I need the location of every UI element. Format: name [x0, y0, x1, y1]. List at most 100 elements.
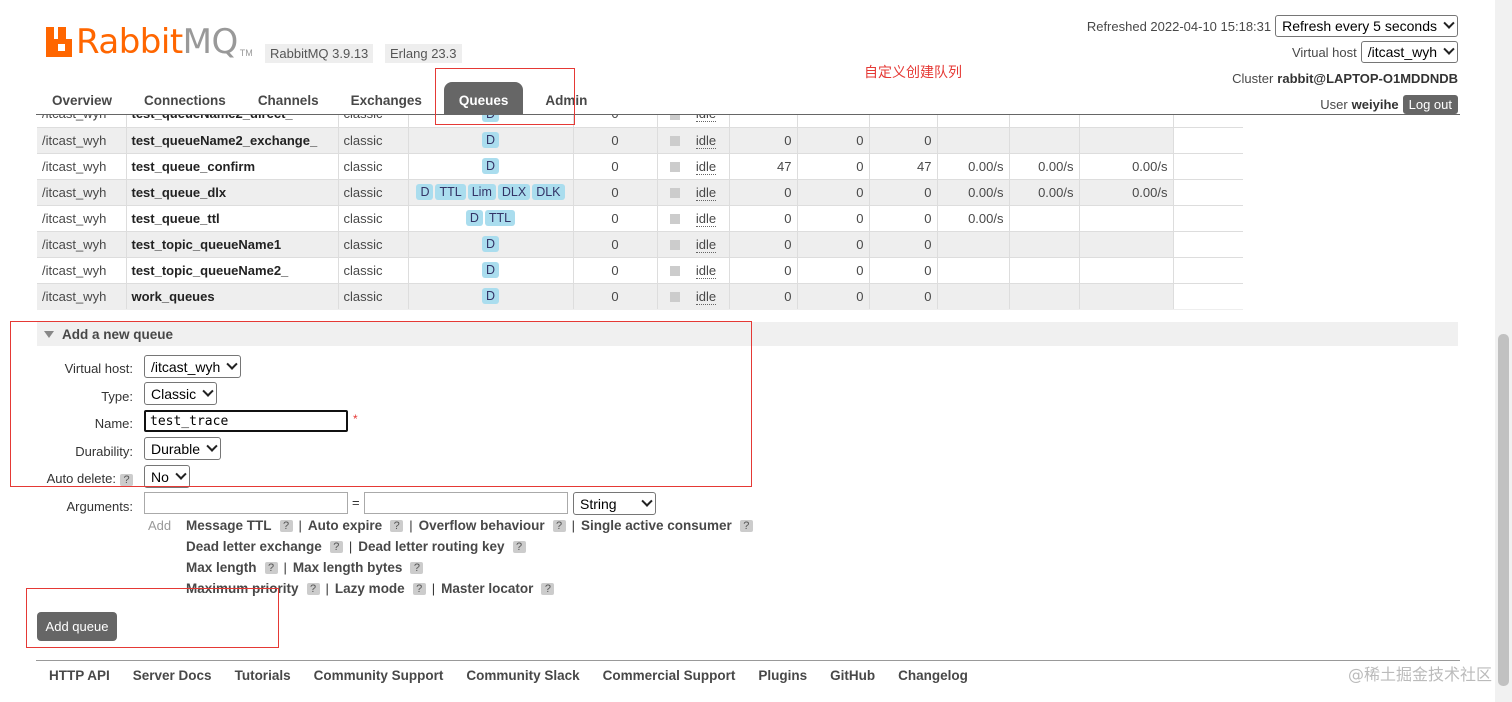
queue-name-link[interactable]: test_queue_confirm [126, 153, 339, 179]
page-scrollbar[interactable] [1495, 0, 1512, 702]
table-row[interactable]: /itcast_wyh test_queue_confirm classic D 0 id… [37, 153, 1243, 179]
queue-name-link[interactable]: test_topic_queueName2_ [126, 257, 339, 283]
scrollbar-thumb[interactable] [1498, 334, 1509, 686]
tab-connections[interactable]: Connections [128, 82, 242, 114]
rate-ack [1079, 205, 1174, 231]
footer-link-community-support[interactable]: Community Support [314, 668, 444, 683]
tab-exchanges[interactable]: Exchanges [335, 82, 438, 114]
argument-shortcut-link[interactable]: Single active consumer [581, 518, 732, 533]
queue-features: D [408, 283, 574, 309]
queue-vhost: /itcast_wyh [37, 153, 127, 179]
queue-vhost: /itcast_wyh [37, 283, 127, 309]
queue-state: idle [657, 153, 730, 179]
help-icon[interactable]: ? [412, 582, 426, 595]
messages-unacked: 0 [797, 153, 870, 179]
feature-badge: D [416, 184, 434, 200]
state-label: idle [695, 158, 717, 175]
state-indicator [669, 240, 680, 251]
argument-shortcut-link[interactable]: Message TTL [186, 518, 272, 533]
refresh-interval-value: Refresh every 5 seconds [1282, 18, 1437, 34]
argument-shortcut-link[interactable]: Dead letter routing key [358, 539, 504, 554]
messages-total: 0 [869, 205, 938, 231]
queue-vhost: /itcast_wyh [37, 231, 127, 257]
argument-shortcut-link[interactable]: Dead letter exchange [186, 539, 322, 554]
feature-badge: D [481, 132, 500, 148]
help-icon[interactable]: ? [306, 582, 320, 595]
footer-link-github[interactable]: GitHub [830, 668, 875, 683]
footer-link-server-docs[interactable]: Server Docs [133, 668, 212, 683]
help-icon[interactable]: ? [279, 519, 293, 532]
messages-unacked: 0 [797, 231, 870, 257]
queue-features: D [408, 153, 574, 179]
argument-shortcut-row: Message TTL? | Auto expire? | Overflow behav… [186, 518, 753, 533]
queue-type: classic [338, 257, 409, 283]
table-row[interactable]: /itcast_wyh test_queueName2_exchange_ clas… [37, 127, 1243, 153]
queue-consumers: 0 [573, 127, 658, 153]
tab-channels[interactable]: Channels [242, 82, 335, 114]
logout-button[interactable]: Log out [1402, 94, 1458, 114]
help-icon[interactable]: ? [512, 540, 526, 553]
messages-ready: 0 [729, 205, 798, 231]
logo-text-mq: MQ [182, 22, 239, 62]
help-icon[interactable]: ? [541, 582, 555, 595]
state-indicator [669, 292, 680, 303]
queue-name-link[interactable]: test_queue_dlx [126, 179, 339, 205]
queue-name-link[interactable]: test_queueName2_exchange_ [126, 127, 339, 153]
table-row[interactable]: /itcast_wyh test_queue_dlx classic D TTL Lim D… [37, 179, 1243, 205]
argument-shortcut-link[interactable]: Auto expire [308, 518, 382, 533]
footer-link-commercial-support[interactable]: Commercial Support [603, 668, 736, 683]
table-row[interactable]: /itcast_wyh test_topic_queueName1 classic D… [37, 231, 1243, 257]
table-row[interactable]: /itcast_wyh work_queues classic D 0 idle 0 0 0 [37, 283, 1243, 309]
footer-link-tutorials[interactable]: Tutorials [235, 668, 291, 683]
queue-name-link[interactable]: test_queue_ttl [126, 205, 339, 231]
rabbitmq-version-badge: RabbitMQ 3.9.13 [265, 44, 374, 63]
rabbitmq-logo: Rabbit MQ TM [46, 22, 253, 62]
messages-total: 0 [869, 257, 938, 283]
help-icon[interactable]: ? [264, 561, 278, 574]
footer-link-plugins[interactable]: Plugins [758, 668, 807, 683]
refresh-interval-select[interactable]: Refresh every 5 seconds [1275, 15, 1458, 37]
rabbitmq-logo-icon [46, 27, 72, 57]
annotation-text: 自定义创建队列 [864, 65, 962, 81]
help-icon[interactable]: ? [329, 540, 343, 553]
queue-name-link[interactable]: work_queues [126, 283, 339, 309]
messages-ready: 0 [729, 231, 798, 257]
help-icon[interactable]: ? [410, 561, 424, 574]
queue-consumers: 0 [573, 257, 658, 283]
queue-state: idle [657, 231, 730, 257]
rate-ack [1079, 127, 1174, 153]
messages-unacked: 0 [797, 283, 870, 309]
arguments-field-label: Arguments: [66, 499, 133, 514]
virtual-host-select[interactable]: /itcast_wyh [1360, 41, 1458, 63]
rate-ack [1079, 283, 1174, 309]
chevron-down-icon [640, 495, 653, 507]
footer-link-changelog[interactable]: Changelog [898, 668, 968, 683]
argument-shortcut-link[interactable]: Max length [186, 560, 257, 575]
argument-type-value: String [580, 495, 617, 512]
queue-vhost: /itcast_wyh [37, 257, 127, 283]
argument-value-input[interactable] [364, 492, 568, 514]
table-row[interactable]: /itcast_wyh test_queue_ttl classic D TTL 0 idl… [37, 205, 1243, 231]
rate-incoming [937, 231, 1010, 257]
footer-link-community-slack[interactable]: Community Slack [466, 668, 579, 683]
argument-shortcut-link[interactable]: Lazy mode [335, 581, 405, 596]
tab-overview[interactable]: Overview [36, 82, 128, 114]
argument-shortcut-link[interactable]: Master locator [441, 581, 533, 596]
table-row[interactable]: /itcast_wyh test_topic_queueName2_ classic… [37, 257, 1243, 283]
argument-shortcut-link[interactable]: Overflow behaviour [419, 518, 545, 533]
footer-link-http-api[interactable]: HTTP API [49, 668, 110, 683]
separator: | [283, 560, 287, 575]
queue-features: D [408, 127, 574, 153]
argument-key-input[interactable] [144, 492, 348, 514]
argument-shortcut-link[interactable]: Max length bytes [293, 560, 403, 575]
queue-name-link[interactable]: test_topic_queueName1 [126, 231, 339, 257]
rate-deliver [1009, 205, 1080, 231]
argument-type-select[interactable]: String [573, 492, 656, 515]
messages-unacked: 0 [797, 179, 870, 205]
queue-state: idle [657, 257, 730, 283]
help-icon[interactable]: ? [390, 519, 404, 532]
help-icon[interactable]: ? [552, 519, 566, 532]
help-icon[interactable]: ? [739, 519, 753, 532]
queue-features: D TTL [408, 205, 574, 231]
feature-badge: Lim [467, 184, 496, 200]
